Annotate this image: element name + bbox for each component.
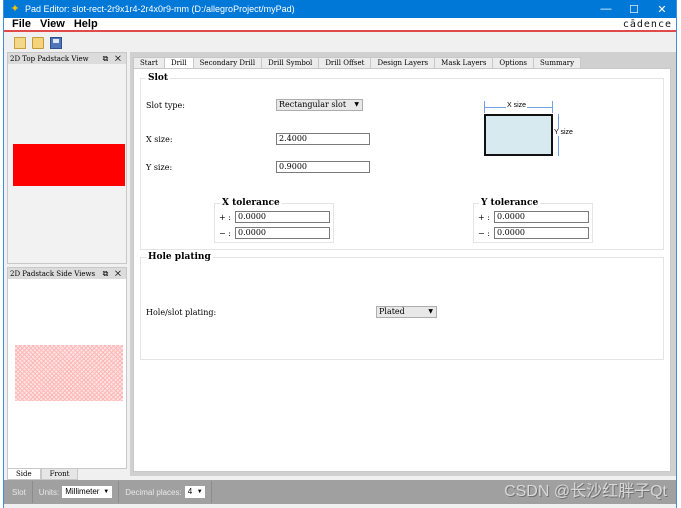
y-tolerance-plus-label: + :	[478, 213, 490, 222]
decimal-places-select[interactable]: 4 ▼	[184, 486, 205, 498]
units-value: Millimeter	[65, 487, 100, 496]
units-select[interactable]: Millimeter ▼	[62, 486, 113, 498]
hole-slot-plating-value: Plated	[379, 307, 405, 316]
decimal-places-label: Decimal places:	[125, 487, 182, 497]
y-tolerance-group: Y tolerance + : 0.0000 − : 0.0000	[473, 198, 593, 243]
x-dimension-tick	[552, 101, 553, 113]
x-tolerance-minus-input[interactable]: 0.0000	[235, 227, 330, 239]
slot-size-diagram: X size Y size	[484, 101, 584, 171]
x-size-input[interactable]: 2.4000	[276, 133, 370, 145]
y-tolerance-minus-input[interactable]: 0.0000	[494, 227, 589, 239]
side-padstack-view-panel: 2D Padstack Side Views ⧉ ✕	[7, 267, 127, 469]
y-tolerance-title: Y tolerance	[479, 198, 541, 208]
tab-start[interactable]: Start	[133, 57, 165, 68]
float-icon[interactable]: ⧉	[103, 269, 111, 278]
status-separator	[118, 481, 120, 503]
menu-bar: File View Help cādence	[4, 18, 676, 32]
y-size-input[interactable]: 0.9000	[276, 161, 370, 173]
chevron-down-icon: ▼	[103, 489, 110, 495]
x-tolerance-group: X tolerance + : 0.0000 − : 0.0000	[214, 198, 334, 243]
close-icon[interactable]: ✕	[115, 54, 123, 63]
tab-summary[interactable]: Summary	[533, 57, 582, 68]
tab-drill-symbol[interactable]: Drill Symbol	[261, 57, 320, 68]
chevron-down-icon: ▼	[354, 101, 359, 108]
top-view-header: 2D Top Padstack View ⧉ ✕	[8, 53, 126, 64]
pad-shape-preview	[13, 144, 125, 186]
tab-bar: Start Drill Secondary Drill Drill Symbol…	[133, 57, 582, 69]
tab-options[interactable]: Options	[492, 57, 535, 68]
slot-group: Slot Slot type: Rectangular slot ▼ X siz…	[140, 73, 664, 250]
y-tolerance-minus-label: − :	[478, 229, 490, 238]
menu-file[interactable]: File	[12, 18, 31, 30]
tab-side[interactable]: Side	[7, 469, 41, 480]
maximize-button[interactable]: ☐	[620, 3, 648, 16]
x-tolerance-plus-label: + :	[219, 213, 231, 222]
window-title: Pad Editor: slot-rect-2r9x1r4-2r4x0r9-mm…	[25, 4, 295, 14]
watermark: CSDN @长沙红胖子Qt	[504, 483, 667, 500]
title-bar: ✦ Pad Editor: slot-rect-2r9x1r4-2r4x0r9-…	[4, 0, 676, 18]
pad-editor-window: ✦ Pad Editor: slot-rect-2r9x1r4-2r4x0r9-…	[3, 0, 677, 508]
hole-plating-group: Hole plating Hole/slot plating: Plated ▼	[140, 252, 664, 360]
side-view-drill-preview	[15, 345, 123, 401]
chevron-down-icon: ▼	[196, 489, 203, 495]
menu-help[interactable]: Help	[74, 18, 98, 30]
float-icon[interactable]: ⧉	[103, 54, 111, 63]
x-size-label: X size:	[146, 135, 173, 144]
drill-tab-panel: Slot Slot type: Rectangular slot ▼ X siz…	[133, 68, 671, 472]
menu-view[interactable]: View	[40, 18, 65, 30]
close-icon[interactable]: ✕	[115, 269, 123, 278]
tab-front[interactable]: Front	[40, 469, 79, 480]
hole-slot-plating-select[interactable]: Plated ▼	[376, 306, 437, 318]
x-dimension-tick	[484, 101, 485, 113]
slot-type-select[interactable]: Rectangular slot ▼	[276, 99, 363, 111]
x-size-dimension-label: X size	[506, 102, 528, 109]
save-icon[interactable]	[50, 37, 62, 49]
new-file-icon[interactable]	[14, 37, 26, 49]
tab-design-layers[interactable]: Design Layers	[370, 57, 436, 68]
side-view-tabs: Side Front	[7, 469, 79, 480]
toolbar	[4, 34, 676, 52]
slot-rectangle	[484, 114, 553, 156]
status-separator	[31, 481, 33, 503]
slot-type-value: Rectangular slot	[279, 100, 347, 109]
chevron-down-icon: ▼	[428, 308, 433, 315]
cadence-logo: cādence	[622, 18, 672, 30]
top-view-title: 2D Top Padstack View	[10, 54, 89, 63]
x-tolerance-minus-label: − :	[219, 229, 231, 238]
hole-slot-plating-label: Hole/slot plating:	[146, 308, 217, 317]
status-separator	[210, 481, 212, 503]
tab-drill-offset[interactable]: Drill Offset	[318, 57, 372, 68]
y-size-dimension-label: Y size	[554, 129, 573, 136]
tab-secondary-drill[interactable]: Secondary Drill	[192, 57, 263, 68]
x-tolerance-title: X tolerance	[220, 198, 282, 208]
hole-plating-title: Hole plating	[146, 252, 213, 262]
close-button[interactable]: ✕	[648, 3, 676, 16]
units-label: Units:	[38, 487, 60, 497]
side-view-title: 2D Padstack Side Views	[10, 269, 96, 278]
decimal-places-value: 4	[187, 487, 193, 496]
side-view-header: 2D Padstack Side Views ⧉ ✕	[8, 268, 126, 279]
tab-mask-layers[interactable]: Mask Layers	[434, 57, 494, 68]
x-tolerance-plus-input[interactable]: 0.0000	[235, 211, 330, 223]
y-size-label: Y size:	[146, 163, 173, 172]
slot-type-label: Slot type:	[146, 101, 185, 110]
slot-group-title: Slot	[146, 73, 171, 83]
y-tolerance-plus-input[interactable]: 0.0000	[494, 211, 589, 223]
status-mode: Slot	[12, 487, 26, 497]
minimize-button[interactable]: —	[592, 3, 620, 15]
main-area: Start Drill Secondary Drill Drill Symbol…	[130, 52, 676, 476]
open-folder-icon[interactable]	[32, 37, 44, 49]
app-icon: ✦	[10, 3, 20, 15]
top-padstack-view-panel: 2D Top Padstack View ⧉ ✕	[7, 52, 127, 264]
